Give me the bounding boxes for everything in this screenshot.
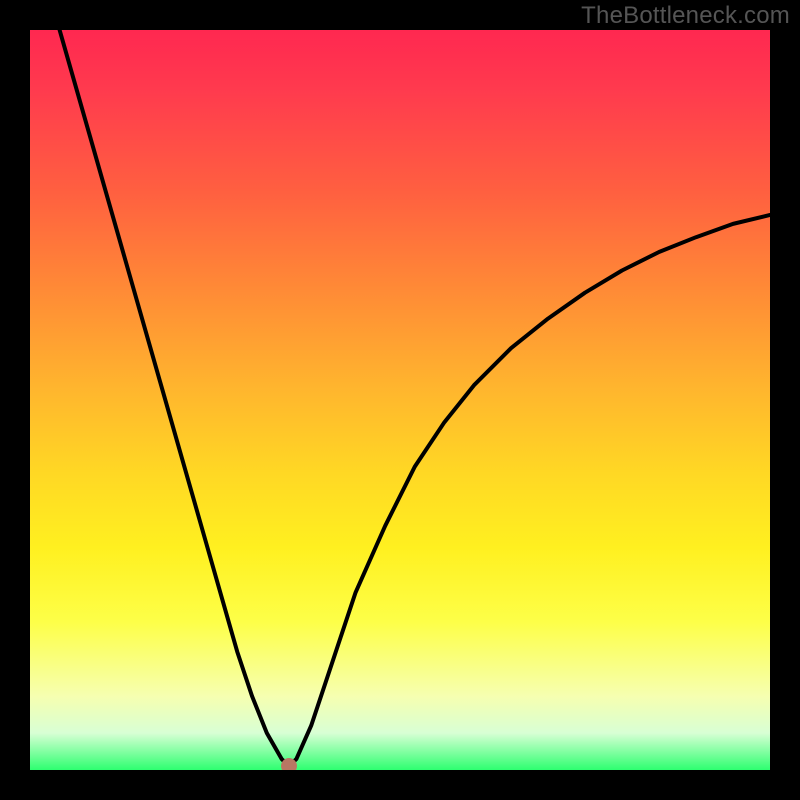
bottleneck-curve <box>30 30 770 770</box>
minimum-marker-icon <box>281 758 297 770</box>
plot-area <box>30 30 770 770</box>
watermark-text: TheBottleneck.com <box>581 2 790 30</box>
chart-frame: TheBottleneck.com <box>0 0 800 800</box>
